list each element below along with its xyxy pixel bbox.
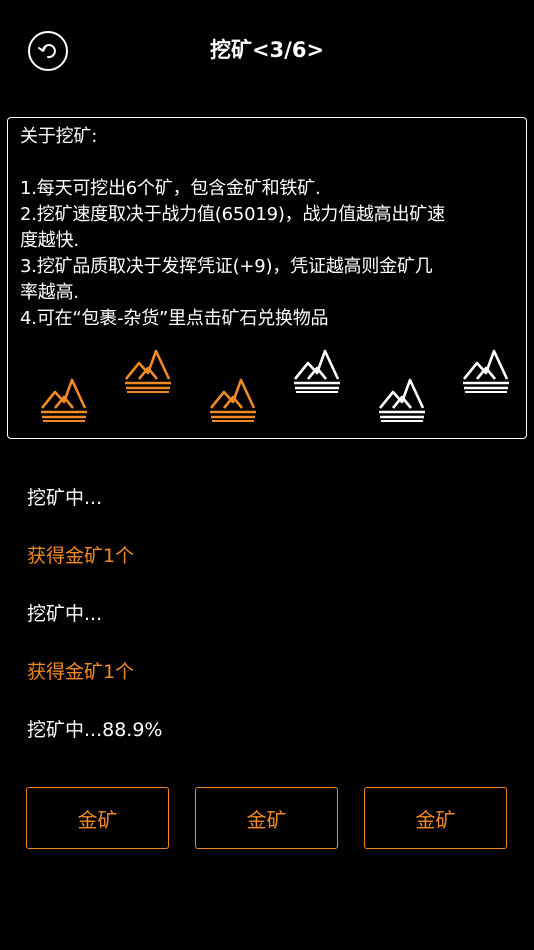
info-heading: 关于挖矿: <box>20 126 98 147</box>
info-line: 3.挖矿品质取决于发挥凭证(+9)，凭证越高则金矿几 <box>20 256 433 277</box>
info-line: 1.每天可挖出6个矿，包含金矿和铁矿. <box>20 178 321 199</box>
gold-mountain-icon <box>124 349 171 393</box>
info-line: 率越高. <box>20 282 79 303</box>
header: 挖矿<3/6> <box>0 0 534 100</box>
info-line: 4.可在“包裹-杂货”里点击矿石兑换物品 <box>20 308 329 329</box>
info-spacer <box>20 150 520 176</box>
iron-mountain-icon <box>293 349 340 393</box>
iron-mountain-icon <box>378 378 425 422</box>
log-line: 挖矿中...88.9% <box>27 719 163 741</box>
gold-mountain-icon <box>209 378 256 422</box>
log-line: 获得金矿1个 <box>27 661 135 683</box>
log-line: 挖矿中... <box>27 603 103 625</box>
gold-ore-button[interactable]: 金矿 <box>364 787 507 849</box>
gold-ore-button[interactable]: 金矿 <box>195 787 338 849</box>
gold-ore-button[interactable]: 金矿 <box>26 787 169 849</box>
page-title: 挖矿<3/6> <box>209 38 325 62</box>
log-line: 获得金矿1个 <box>27 545 135 567</box>
info-text: 关于挖矿: 1.每天可挖出6个矿，包含金矿和铁矿. 2.挖矿速度取决于战力值(6… <box>20 124 520 332</box>
info-line: 度越快. <box>20 230 79 251</box>
info-panel: 关于挖矿: 1.每天可挖出6个矿，包含金矿和铁矿. 2.挖矿速度取决于战力值(6… <box>7 117 527 439</box>
info-line: 2.挖矿速度取决于战力值(65019)，战力值越高出矿速 <box>20 204 445 225</box>
iron-mountain-icon <box>462 349 509 393</box>
log-line: 挖矿中... <box>27 487 103 509</box>
gold-mountain-icon <box>40 378 87 422</box>
